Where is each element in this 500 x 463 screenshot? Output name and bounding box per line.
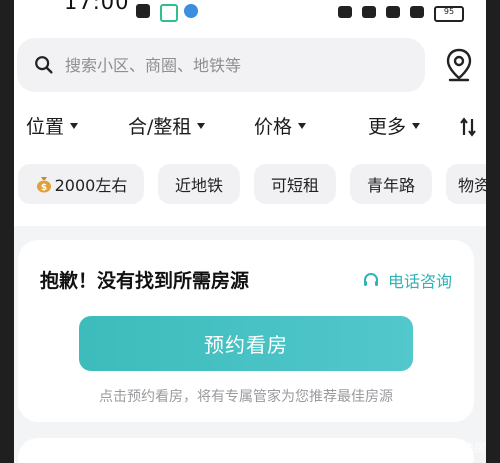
svg-text:$: $	[40, 183, 46, 193]
chip-label: 近地铁	[174, 176, 223, 195]
chip-short-term[interactable]: 可短租	[254, 164, 336, 204]
chip-near-subway[interactable]: 近地铁	[158, 164, 240, 204]
caret-down-icon	[298, 122, 307, 129]
caret-down-icon	[70, 122, 79, 129]
alarm-icon	[338, 6, 352, 18]
battery-icon: 95	[434, 6, 464, 22]
filter-more[interactable]: 更多	[368, 112, 421, 139]
wifi-icon	[410, 6, 424, 18]
search-icon	[35, 56, 53, 74]
chip-label: 青年路	[366, 176, 415, 195]
app-screen: 17:00 95 位置	[14, 0, 486, 463]
status-time: 17:00	[64, 0, 130, 14]
filter-rent-type[interactable]: 合/整租	[128, 112, 206, 139]
filter-more-label: 更多	[368, 116, 407, 138]
phone-consult-link[interactable]: 电话咨询	[362, 268, 452, 292]
status-icons: 95	[338, 6, 464, 22]
filter-price-label: 价格	[254, 116, 293, 138]
notification-icon	[136, 4, 150, 18]
chip-label: 可短租	[270, 176, 319, 195]
chip-label: 2000左右	[54, 176, 128, 195]
book-viewing-hint: 点击预约看房，将有专属管家为您推荐最佳房源	[99, 389, 393, 405]
filter-bar: 位置 合/整租 价格 更多	[14, 112, 486, 146]
chip-supplies[interactable]: 物资	[446, 164, 486, 204]
app-notification-icon	[160, 4, 178, 22]
sort-icon[interactable]	[460, 116, 476, 138]
map-pin-icon[interactable]	[444, 48, 474, 82]
location-status-icon	[386, 6, 400, 18]
chip-label: 物资	[458, 176, 486, 195]
chip-price-2000[interactable]: $ 2000左右	[18, 164, 144, 204]
headset-icon	[364, 273, 378, 286]
caret-down-icon	[412, 122, 421, 129]
signal-icon	[362, 6, 376, 18]
chip-qingnian-road[interactable]: 青年路	[350, 164, 432, 204]
filter-location-label: 位置	[26, 116, 65, 138]
app-notification-icon-2	[184, 4, 198, 18]
search-input[interactable]	[63, 54, 397, 76]
empty-result-card: 抱歉！没有找到所需房源 电话咨询 预约看房 点击预约看房，将有专属管家为您推荐最…	[18, 240, 474, 422]
book-viewing-button[interactable]: 预约看房	[79, 316, 413, 371]
filter-location[interactable]: 位置	[26, 112, 79, 139]
caret-down-icon	[197, 122, 206, 129]
filter-price[interactable]: 价格	[254, 112, 307, 139]
header: 位置 合/整租 价格 更多	[14, 26, 486, 226]
phone-consult-label: 电话咨询	[388, 272, 453, 291]
filter-rent-type-label: 合/整租	[128, 116, 192, 138]
empty-result-title: 抱歉！没有找到所需房源	[40, 270, 250, 292]
search-bar[interactable]	[17, 38, 425, 92]
money-bag-icon: $	[36, 177, 51, 193]
watermark: 搜狐号@南京住楼房	[377, 441, 486, 455]
status-bar: 17:00 95	[14, 0, 486, 26]
